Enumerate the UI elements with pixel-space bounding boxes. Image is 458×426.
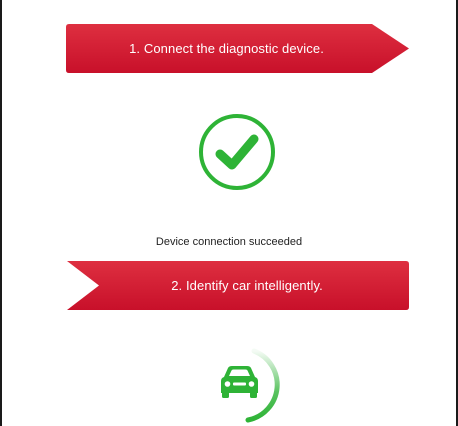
car-identify-progress: [221, 348, 280, 423]
check-circle-icon: [199, 114, 275, 190]
step-1-label: 1. Connect the diagnostic device.: [129, 41, 324, 56]
step-2-banner: 2. Identify car intelligently.: [67, 261, 409, 310]
car-icon: [221, 366, 258, 398]
wizard-page: 1. Connect the diagnostic device. Device…: [0, 0, 458, 426]
connection-status-text: Device connection succeeded: [155, 236, 303, 248]
step-2-label: 2. Identify car intelligently.: [171, 278, 323, 293]
step-1-banner: 1. Connect the diagnostic device.: [66, 24, 409, 73]
